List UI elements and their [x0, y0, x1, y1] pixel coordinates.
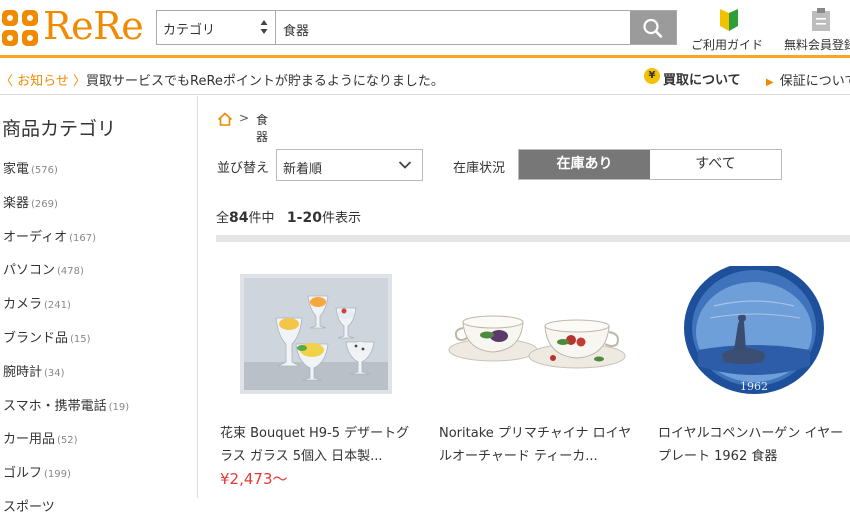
search-button[interactable] [630, 11, 676, 44]
breadcrumb-separator: > [239, 111, 250, 125]
sort-label: 並び替え [217, 161, 270, 176]
guide-label: ご利用ガイド [691, 38, 764, 52]
category-count: (19) [108, 401, 130, 413]
category-item[interactable]: 腕時計 (34) [3, 361, 129, 395]
category-count: (478) [57, 266, 84, 278]
product-card[interactable]: Noritake プリマチャイナ ロイヤルオーチャード ティーカ... [435, 266, 635, 506]
arrow-right-icon: ▶ [766, 77, 774, 88]
stock-label: 在庫状況 [453, 161, 506, 176]
search-icon [643, 18, 663, 38]
stock-in-stock-tab[interactable]: 在庫あり [519, 150, 650, 179]
category-item[interactable]: オーディオ (167) [3, 226, 129, 260]
kaitori-label: 買取について [663, 73, 741, 88]
result-count: 全84件中 1-20件表示 [216, 207, 361, 226]
category-select[interactable]: カテゴリ [157, 11, 276, 44]
member-register-link[interactable]: 無料会員登録 [782, 8, 850, 54]
breadcrumb-current: 食器 [256, 113, 269, 144]
product-image[interactable] [216, 266, 416, 406]
notice-link[interactable]: 〈 お知らせ 〉 [0, 70, 86, 89]
main-content: > 食器 並び替え 新着順 在庫状況 在庫あり すべて 全84件中 1-20件表… [199, 96, 850, 498]
sidebar-title: 商品カテゴリ [2, 118, 117, 140]
product-image[interactable] [435, 266, 635, 406]
category-count: (199) [44, 469, 71, 481]
category-sidebar: 商品カテゴリ 家電 (576) 楽器 (269) オーディオ (167) パソコン (4… [0, 96, 198, 515]
product-name[interactable]: Noritake プリマチャイナ ロイヤルオーチャード ティーカ... [439, 422, 633, 468]
divider [216, 235, 850, 242]
category-item[interactable]: 楽器 (269) [3, 192, 129, 226]
warranty-link[interactable]: ▶ 保証について [766, 70, 850, 89]
result-mid: 件中 [248, 211, 275, 226]
home-icon[interactable] [217, 112, 233, 126]
category-item[interactable]: スポーツ [3, 496, 129, 530]
notice-bar: 〈 お知らせ 〉 買取サービスでもReReポイントが貯まるようになりました。 ¥… [0, 61, 850, 95]
guide-link[interactable]: ご利用ガイド [690, 8, 770, 54]
rere-logo[interactable]: ReRe [0, 4, 150, 48]
category-list: 家電 (576) 楽器 (269) オーディオ (167) パソコン (478) カメラ… [3, 158, 129, 530]
category-count: (15) [70, 333, 91, 345]
beginner-mark-icon [720, 9, 738, 31]
sort-select-value: 新着順 [283, 162, 323, 177]
product-image[interactable]: 1962 [654, 266, 850, 406]
yen-icon: ¥ [644, 68, 660, 84]
result-prefix: 全 [216, 211, 230, 226]
product-card[interactable]: 1962 ロイヤルコペンハーゲン イヤープレート 1962 食器 [654, 266, 850, 506]
product-price: ¥2,473〜 [220, 470, 288, 488]
category-label: 家電 [3, 162, 30, 177]
category-item[interactable]: カメラ (241) [3, 293, 129, 327]
category-label: パソコン [3, 263, 56, 279]
category-label: ゴルフ [3, 466, 43, 482]
sort-select[interactable]: 新着順 [276, 149, 423, 181]
logo-mark-icon [2, 10, 38, 46]
category-label: オーディオ [3, 229, 68, 245]
category-item[interactable]: ブランド品 (15) [3, 327, 129, 361]
category-count: (52) [57, 435, 78, 447]
result-total: 84 [229, 210, 249, 226]
notice-text[interactable]: 買取サービスでもReReポイントが貯まるようになりました。 [86, 70, 444, 89]
category-count: (167) [69, 232, 96, 244]
category-count: (269) [31, 198, 58, 210]
category-select-value: カテゴリ [163, 23, 216, 38]
select-arrows-icon [260, 20, 268, 34]
product-name[interactable]: ロイヤルコペンハーゲン イヤープレート 1962 食器 [658, 422, 850, 468]
search-input[interactable]: 食器 [283, 20, 309, 39]
category-item[interactable]: 家電 (576) [3, 158, 129, 192]
product-card[interactable]: 花束 Bouquet H9-5 デザートグラス ガラス 5個入 日本製... ¥… [216, 266, 416, 506]
result-range: 1-20 [286, 210, 322, 226]
stock-all-tab[interactable]: すべて [650, 150, 781, 179]
category-label: 腕時計 [3, 364, 43, 380]
warranty-label: 保証について [779, 74, 850, 89]
logo-text: ReRe [43, 4, 144, 48]
category-label: スマホ・携帯電話 [3, 398, 107, 414]
result-suffix: 件表示 [321, 211, 361, 226]
category-item[interactable]: スマホ・携帯電話 (19) [3, 395, 129, 429]
search-bar: カテゴリ 食器 [156, 10, 677, 45]
product-name[interactable]: 花束 Bouquet H9-5 デザートグラス ガラス 5個入 日本製... [220, 422, 414, 468]
category-label: カメラ [3, 297, 43, 313]
category-label: スポーツ [3, 499, 55, 515]
site-header: ReRe カテゴリ 食器 ご利用ガイド 無料会員登録 [0, 0, 850, 58]
plate-year-text: 1962 [740, 380, 768, 393]
category-label: ブランド品 [3, 330, 69, 346]
category-label: カー用品 [3, 432, 56, 448]
category-count: (34) [44, 367, 65, 379]
category-item[interactable]: パソコン (478) [3, 259, 129, 293]
stock-toggle: 在庫あり すべて [518, 149, 782, 180]
chevron-down-icon [398, 161, 412, 169]
category-item[interactable]: カー用品 (52) [3, 428, 129, 462]
category-label: 楽器 [3, 195, 30, 211]
member-register-label: 無料会員登録 [784, 38, 850, 52]
category-item[interactable]: ゴルフ (199) [3, 462, 129, 496]
clipboard-icon [812, 8, 830, 31]
category-count: (241) [44, 300, 71, 312]
category-count: (576) [31, 165, 58, 176]
